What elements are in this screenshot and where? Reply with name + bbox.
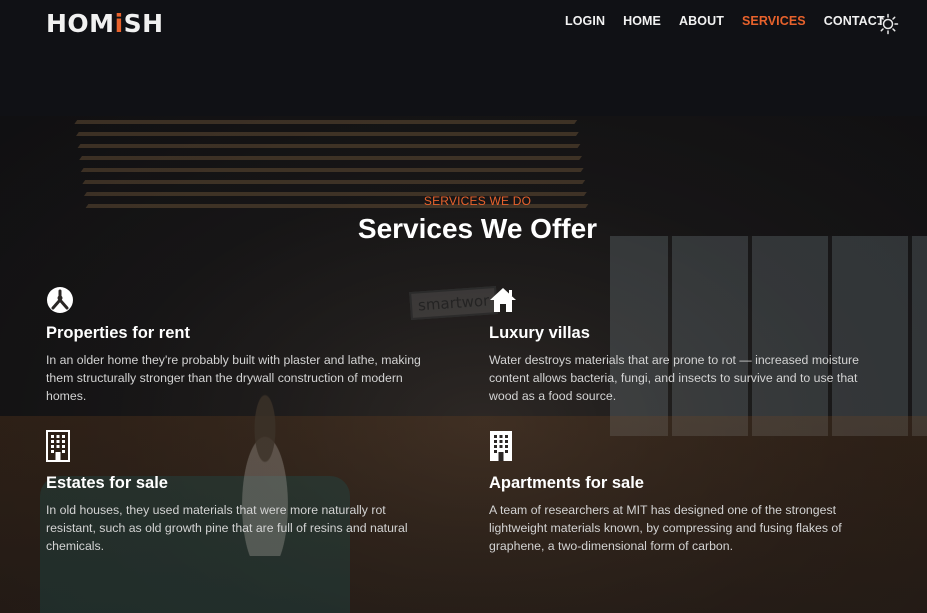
service-description: In old houses, they used materials that … (46, 503, 408, 553)
nav-about[interactable]: ABOUT (679, 14, 724, 28)
nav-home[interactable]: HOME (623, 14, 661, 28)
nav-services[interactable]: SERVICES (742, 14, 806, 28)
sun-icon[interactable] (877, 13, 899, 35)
house-icon (489, 286, 517, 314)
brand-logo[interactable]: HOMiSH (46, 9, 164, 38)
services-section: smartwor SERVICES WE DO Services We Offe… (0, 116, 927, 613)
main-nav: LOGIN HOME ABOUT SERVICES CONTACT (565, 14, 903, 28)
service-title: Luxury villas (489, 324, 590, 342)
section-kicker: SERVICES WE DO (423, 194, 532, 208)
service-card-properties-for-rent: Properties for rent In an older home the… (46, 286, 436, 405)
service-card-apartments-for-sale: Apartments for sale A team of researcher… (489, 430, 879, 555)
apartment-icon (489, 430, 517, 462)
compass-icon (46, 286, 74, 314)
service-card-luxury-villas: Luxury villas Water destroys materials t… (489, 286, 879, 405)
nav-login[interactable]: LOGIN (565, 14, 605, 28)
service-title: Properties for rent (46, 324, 190, 342)
section-title: Services We Offer (357, 213, 598, 244)
service-description: In an older home they're probably built … (46, 353, 421, 403)
service-title: Apartments for sale (489, 474, 644, 492)
service-description: A team of researchers at MIT has designe… (489, 503, 842, 553)
building-icon (46, 430, 74, 462)
service-description: Water destroys materials that are prone … (489, 353, 859, 403)
service-card-estates-for-sale: Estates for sale In old houses, they use… (46, 430, 436, 555)
site-header: HOMiSH LOGIN HOME ABOUT SERVICES CONTACT (0, 0, 927, 116)
nav-contact[interactable]: CONTACT (824, 14, 885, 28)
service-title: Estates for sale (46, 474, 168, 492)
